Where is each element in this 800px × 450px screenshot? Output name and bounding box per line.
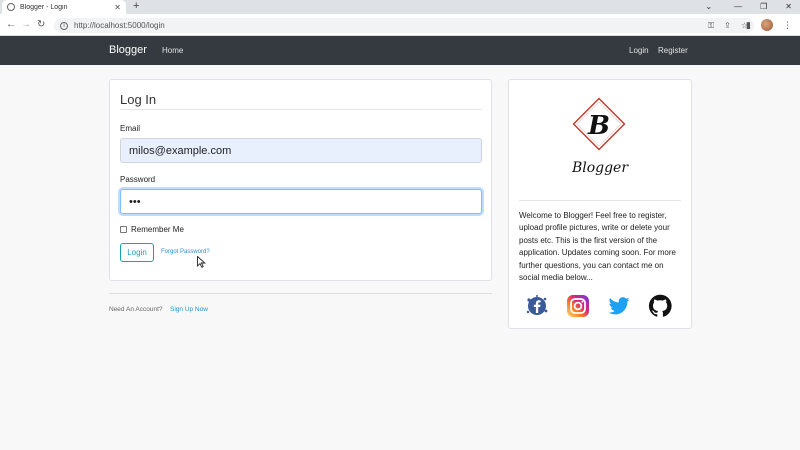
nav-link-home[interactable]: Home (162, 46, 183, 55)
window-controls: ⌄ — ❐ ✕ (705, 0, 792, 13)
nav-link-login[interactable]: Login (629, 46, 649, 55)
twitter-icon[interactable] (607, 294, 631, 318)
blogger-logo-icon: B (572, 97, 626, 151)
form-legend: Log In (120, 92, 157, 107)
site-info-icon[interactable]: i (60, 21, 68, 30)
remember-me[interactable]: Remember Me (120, 225, 184, 234)
url-text[interactable]: http://localhost:5000/login (74, 21, 708, 30)
email-field[interactable] (120, 138, 482, 163)
mouse-cursor-icon (197, 256, 206, 268)
about-card: B Blogger Welcome to Blogger! Feel free … (508, 79, 692, 329)
email-label: Email (120, 124, 141, 133)
navbar-brand[interactable]: Blogger (109, 44, 147, 56)
github-icon[interactable] (648, 294, 672, 318)
about-divider (519, 200, 681, 201)
social-links (525, 294, 672, 318)
reload-button[interactable]: ↻ (37, 18, 45, 32)
tab-search-icon[interactable]: ⌄ (705, 0, 712, 13)
forgot-password-link[interactable]: Forgot Password? (161, 249, 210, 255)
logo-text: Blogger (571, 160, 629, 176)
browser-tab[interactable]: Blogger - Login ✕ (2, 0, 126, 14)
address-bar[interactable]: i http://localhost:5000/login ⚿ ⇪ ☆ (54, 18, 754, 33)
browser-toolbar: ← → ↻ i http://localhost:5000/login ⚿ ⇪ … (0, 14, 800, 36)
tab-title: Blogger - Login (20, 3, 68, 11)
site-navbar: Blogger Home Login Register (0, 36, 800, 65)
back-button[interactable]: ← (6, 18, 16, 32)
close-window-button[interactable]: ✕ (785, 0, 792, 13)
tab-close-icon[interactable]: ✕ (114, 3, 121, 12)
forward-button[interactable]: → (21, 18, 31, 32)
globe-icon (7, 3, 15, 11)
need-account-text: Need An Account? (109, 306, 163, 313)
profile-avatar[interactable] (761, 19, 773, 31)
key-icon[interactable]: ⚿ (708, 21, 714, 31)
login-button[interactable]: Login (120, 243, 154, 262)
legend-divider (120, 109, 482, 110)
logo-letter: B (587, 111, 610, 141)
new-tab-button[interactable]: + (133, 0, 139, 13)
remember-checkbox[interactable] (120, 226, 127, 233)
login-card: Log In Email Password Remember Me Login … (109, 79, 492, 281)
instagram-icon[interactable] (566, 294, 590, 318)
nav-link-register[interactable]: Register (658, 46, 688, 55)
facebook-icon[interactable] (525, 294, 549, 318)
password-field[interactable] (120, 189, 482, 214)
about-text: Welcome to Blogger! Feel free to registe… (519, 211, 676, 283)
menu-icon[interactable]: ⋮ (783, 20, 792, 31)
browser-tab-bar: Blogger - Login ✕ + ⌄ — ❐ ✕ (0, 0, 800, 14)
side-panel-icon[interactable]: ▮ (746, 20, 751, 31)
restore-button[interactable]: ❐ (760, 0, 767, 13)
minimize-button[interactable]: — (734, 0, 742, 13)
password-label: Password (120, 175, 156, 184)
signup-link[interactable]: Sign Up Now (170, 306, 208, 313)
remember-label[interactable]: Remember Me (131, 225, 184, 234)
footer-divider (109, 293, 492, 294)
share-icon[interactable]: ⇪ (724, 21, 731, 31)
